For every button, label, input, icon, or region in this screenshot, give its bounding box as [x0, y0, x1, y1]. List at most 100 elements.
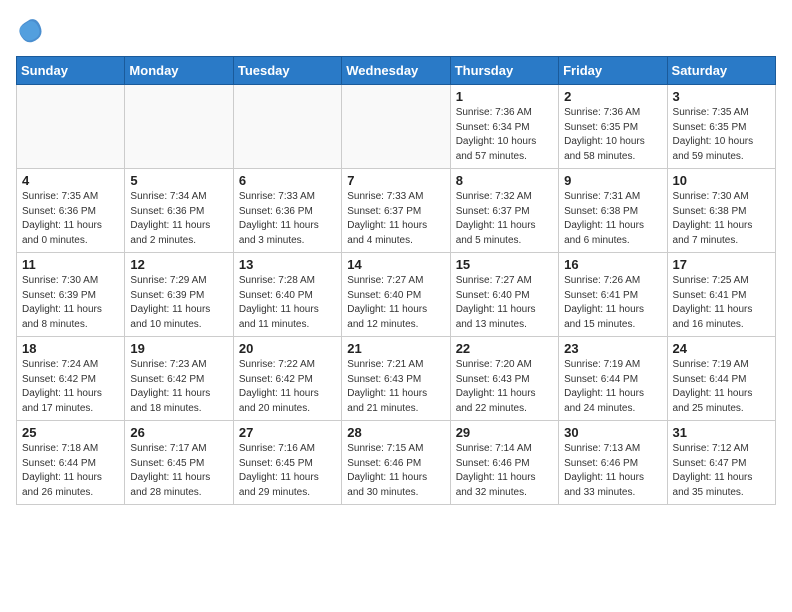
day-number: 28: [347, 425, 444, 440]
day-header-saturday: Saturday: [667, 57, 775, 85]
calendar-cell: 16Sunrise: 7:26 AM Sunset: 6:41 PM Dayli…: [559, 253, 667, 337]
day-info: Sunrise: 7:19 AM Sunset: 6:44 PM Dayligh…: [673, 358, 770, 416]
calendar-cell: [17, 85, 125, 169]
day-info: Sunrise: 7:19 AM Sunset: 6:44 PM Dayligh…: [564, 358, 661, 416]
day-header-thursday: Thursday: [450, 57, 558, 85]
day-info: Sunrise: 7:30 AM Sunset: 6:38 PM Dayligh…: [673, 190, 770, 248]
day-number: 2: [564, 89, 661, 104]
calendar-cell: [125, 85, 233, 169]
day-info: Sunrise: 7:18 AM Sunset: 6:44 PM Dayligh…: [22, 442, 119, 500]
calendar-cell: 29 Sunrise: 7:14 AM Sunset: 6:46 PM Dayli…: [450, 421, 558, 505]
day-header-sunday: Sunday: [17, 57, 125, 85]
calendar-cell: 14Sunrise: 7:27 AM Sunset: 6:40 PM Dayli…: [342, 253, 450, 337]
calendar-cell: 22 Sunrise: 7:20 AM Sunset: 6:43 PM Dayli…: [450, 337, 558, 421]
calendar-cell: 27Sunrise: 7:16 AM Sunset: 6:45 PM Dayli…: [233, 421, 341, 505]
day-number: 9: [564, 173, 661, 188]
day-number: 22: [456, 341, 553, 356]
day-number: 4: [22, 173, 119, 188]
day-number: 26: [130, 425, 227, 440]
day-number: 13: [239, 257, 336, 272]
day-info: Sunrise: 7:26 AM Sunset: 6:41 PM Dayligh…: [564, 274, 661, 332]
day-info: Sunrise: 7:15 AM Sunset: 6:46 PM Dayligh…: [347, 442, 444, 500]
day-info: Sunrise: 7:33 AM Sunset: 6:36 PM Dayligh…: [239, 190, 336, 248]
day-info: Sunrise: 7:20 AM Sunset: 6:43 PM Dayligh…: [456, 358, 553, 416]
calendar-cell: 20 Sunrise: 7:22 AM Sunset: 6:42 PM Dayli…: [233, 337, 341, 421]
day-info: Sunrise: 7:33 AM Sunset: 6:37 PM Dayligh…: [347, 190, 444, 248]
calendar-cell: 13 Sunrise: 7:28 AM Sunset: 6:40 PM Dayli…: [233, 253, 341, 337]
day-number: 21: [347, 341, 444, 356]
calendar-cell: 31 Sunrise: 7:12 AM Sunset: 6:47 PM Dayli…: [667, 421, 775, 505]
day-number: 23: [564, 341, 661, 356]
day-number: 31: [673, 425, 770, 440]
day-number: 27: [239, 425, 336, 440]
day-info: Sunrise: 7:27 AM Sunset: 6:40 PM Dayligh…: [347, 274, 444, 332]
day-header-wednesday: Wednesday: [342, 57, 450, 85]
day-info: Sunrise: 7:13 AM Sunset: 6:46 PM Dayligh…: [564, 442, 661, 500]
day-info: Sunrise: 7:35 AM Sunset: 6:36 PM Dayligh…: [22, 190, 119, 248]
calendar-cell: 8 Sunrise: 7:32 AM Sunset: 6:37 PM Daylig…: [450, 169, 558, 253]
calendar-cell: 5Sunrise: 7:34 AM Sunset: 6:36 PM Daylig…: [125, 169, 233, 253]
day-info: Sunrise: 7:27 AM Sunset: 6:40 PM Dayligh…: [456, 274, 553, 332]
day-number: 30: [564, 425, 661, 440]
day-number: 20: [239, 341, 336, 356]
day-info: Sunrise: 7:34 AM Sunset: 6:36 PM Dayligh…: [130, 190, 227, 248]
calendar-cell: 2 Sunrise: 7:36 AM Sunset: 6:35 PM Daylig…: [559, 85, 667, 169]
day-number: 10: [673, 173, 770, 188]
day-info: Sunrise: 7:28 AM Sunset: 6:40 PM Dayligh…: [239, 274, 336, 332]
day-info: Sunrise: 7:17 AM Sunset: 6:45 PM Dayligh…: [130, 442, 227, 500]
day-info: Sunrise: 7:21 AM Sunset: 6:43 PM Dayligh…: [347, 358, 444, 416]
day-number: 24: [673, 341, 770, 356]
day-info: Sunrise: 7:30 AM Sunset: 6:39 PM Dayligh…: [22, 274, 119, 332]
calendar-cell: 1 Sunrise: 7:36 AM Sunset: 6:34 PM Daylig…: [450, 85, 558, 169]
calendar-week-row: 1 Sunrise: 7:36 AM Sunset: 6:34 PM Daylig…: [17, 85, 776, 169]
day-number: 15: [456, 257, 553, 272]
day-info: Sunrise: 7:29 AM Sunset: 6:39 PM Dayligh…: [130, 274, 227, 332]
calendar-table: SundayMondayTuesdayWednesdayThursdayFrid…: [16, 56, 776, 505]
calendar-cell: 9 Sunrise: 7:31 AM Sunset: 6:38 PM Daylig…: [559, 169, 667, 253]
day-info: Sunrise: 7:23 AM Sunset: 6:42 PM Dayligh…: [130, 358, 227, 416]
calendar-cell: 12 Sunrise: 7:29 AM Sunset: 6:39 PM Dayli…: [125, 253, 233, 337]
logo-icon: [16, 16, 44, 44]
day-number: 6: [239, 173, 336, 188]
calendar-cell: 6 Sunrise: 7:33 AM Sunset: 6:36 PM Daylig…: [233, 169, 341, 253]
day-number: 19: [130, 341, 227, 356]
day-number: 8: [456, 173, 553, 188]
calendar-cell: 26 Sunrise: 7:17 AM Sunset: 6:45 PM Dayli…: [125, 421, 233, 505]
day-info: Sunrise: 7:36 AM Sunset: 6:35 PM Dayligh…: [564, 106, 661, 164]
calendar-cell: 28 Sunrise: 7:15 AM Sunset: 6:46 PM Dayli…: [342, 421, 450, 505]
day-info: Sunrise: 7:35 AM Sunset: 6:35 PM Dayligh…: [673, 106, 770, 164]
calendar-cell: [342, 85, 450, 169]
calendar-cell: 25 Sunrise: 7:18 AM Sunset: 6:44 PM Dayli…: [17, 421, 125, 505]
calendar-cell: 30 Sunrise: 7:13 AM Sunset: 6:46 PM Dayli…: [559, 421, 667, 505]
calendar-cell: 11Sunrise: 7:30 AM Sunset: 6:39 PM Dayli…: [17, 253, 125, 337]
day-number: 3: [673, 89, 770, 104]
calendar-cell: 17 Sunrise: 7:25 AM Sunset: 6:41 PM Dayli…: [667, 253, 775, 337]
day-info: Sunrise: 7:14 AM Sunset: 6:46 PM Dayligh…: [456, 442, 553, 500]
calendar-cell: 19 Sunrise: 7:23 AM Sunset: 6:42 PM Dayli…: [125, 337, 233, 421]
calendar-cell: 10 Sunrise: 7:30 AM Sunset: 6:38 PM Dayli…: [667, 169, 775, 253]
calendar-cell: 21 Sunrise: 7:21 AM Sunset: 6:43 PM Dayli…: [342, 337, 450, 421]
calendar-week-row: 11Sunrise: 7:30 AM Sunset: 6:39 PM Dayli…: [17, 253, 776, 337]
day-info: Sunrise: 7:36 AM Sunset: 6:34 PM Dayligh…: [456, 106, 553, 164]
day-info: Sunrise: 7:22 AM Sunset: 6:42 PM Dayligh…: [239, 358, 336, 416]
calendar-cell: 15 Sunrise: 7:27 AM Sunset: 6:40 PM Dayli…: [450, 253, 558, 337]
calendar-cell: 18Sunrise: 7:24 AM Sunset: 6:42 PM Dayli…: [17, 337, 125, 421]
calendar-week-row: 4 Sunrise: 7:35 AM Sunset: 6:36 PM Daylig…: [17, 169, 776, 253]
day-number: 7: [347, 173, 444, 188]
day-number: 1: [456, 89, 553, 104]
day-info: Sunrise: 7:12 AM Sunset: 6:47 PM Dayligh…: [673, 442, 770, 500]
day-number: 29: [456, 425, 553, 440]
day-info: Sunrise: 7:32 AM Sunset: 6:37 PM Dayligh…: [456, 190, 553, 248]
day-number: 25: [22, 425, 119, 440]
day-info: Sunrise: 7:31 AM Sunset: 6:38 PM Dayligh…: [564, 190, 661, 248]
day-number: 17: [673, 257, 770, 272]
day-header-friday: Friday: [559, 57, 667, 85]
calendar-cell: 4 Sunrise: 7:35 AM Sunset: 6:36 PM Daylig…: [17, 169, 125, 253]
calendar-cell: 24 Sunrise: 7:19 AM Sunset: 6:44 PM Dayli…: [667, 337, 775, 421]
logo: [16, 16, 48, 44]
calendar-week-row: 25 Sunrise: 7:18 AM Sunset: 6:44 PM Dayli…: [17, 421, 776, 505]
day-info: Sunrise: 7:25 AM Sunset: 6:41 PM Dayligh…: [673, 274, 770, 332]
day-info: Sunrise: 7:24 AM Sunset: 6:42 PM Dayligh…: [22, 358, 119, 416]
day-number: 12: [130, 257, 227, 272]
day-header-monday: Monday: [125, 57, 233, 85]
